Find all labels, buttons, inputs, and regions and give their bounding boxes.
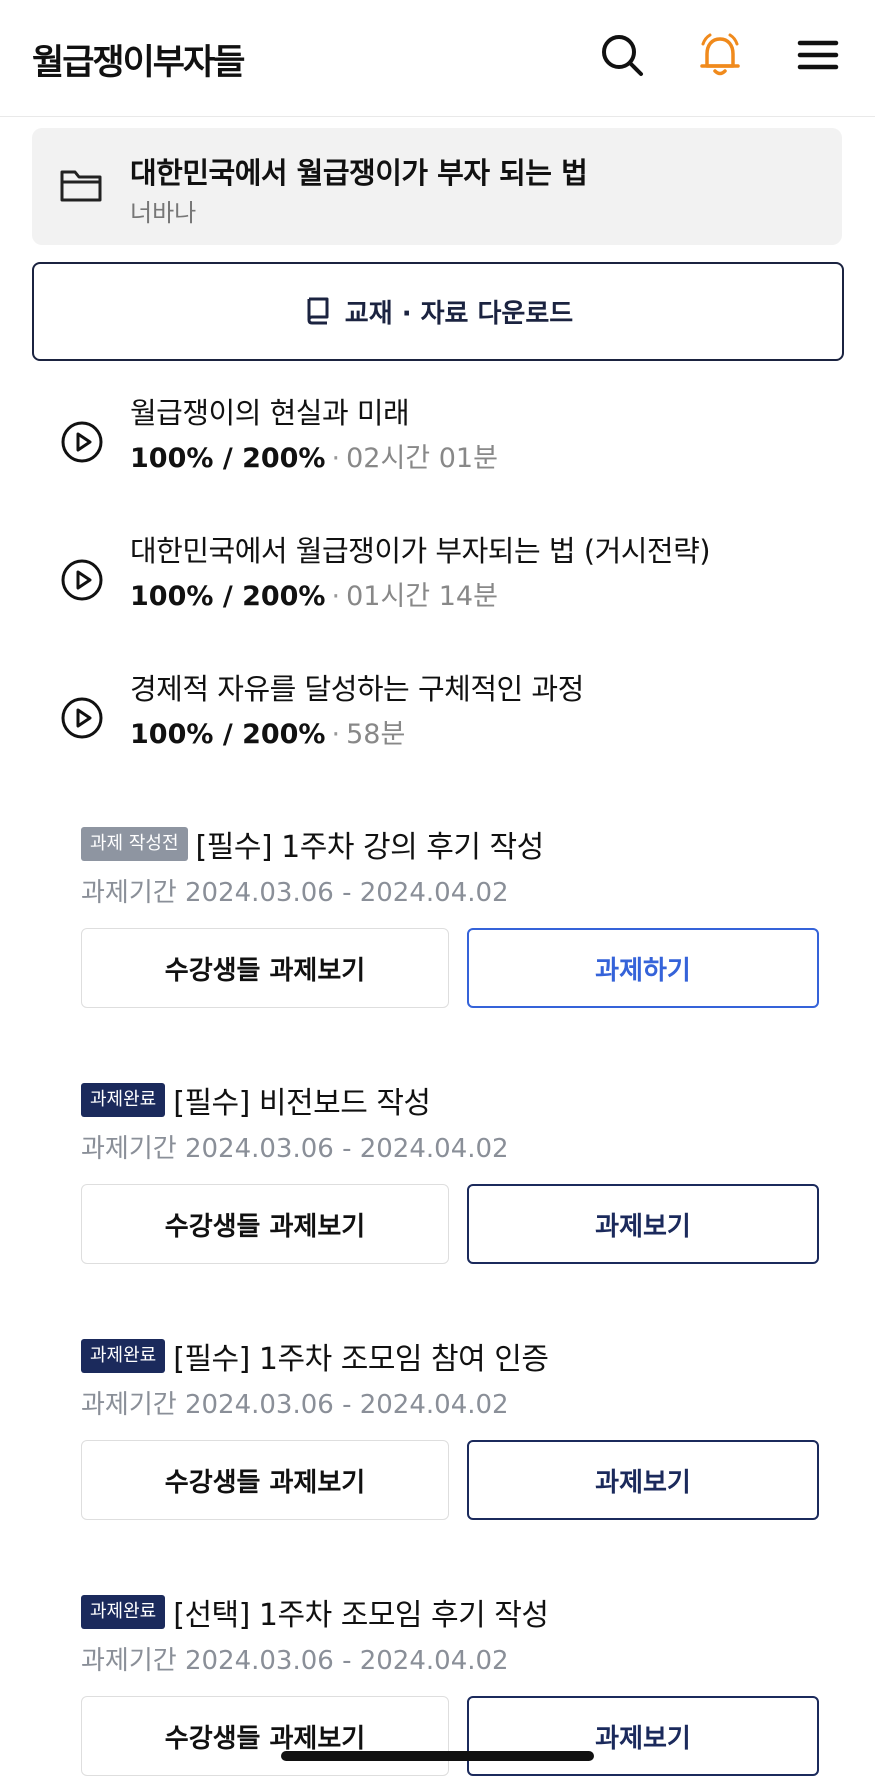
status-badge: 과제완료 xyxy=(81,1595,166,1629)
home-indicator[interactable] xyxy=(281,1751,594,1761)
lecture-duration: 58분 xyxy=(346,719,406,750)
brand-logo[interactable]: 월급쟁이부자들 xyxy=(32,34,245,85)
course-author: 너바나 xyxy=(130,199,197,227)
status-badge: 과제완료 xyxy=(81,1083,166,1117)
status-badge: 과제 작성전 xyxy=(81,827,188,861)
assignment-header: 과제 작성전 [필수] 1주차 강의 후기 작성 xyxy=(81,822,544,866)
assignment-title: [선택] 1주차 조모임 후기 작성 xyxy=(173,1598,549,1633)
assignment-header: 과제완료 [필수] 비전보드 작성 xyxy=(81,1078,431,1122)
lecture-title: 대한민국에서 월급쟁이가 부자되는 법 (거시전략) xyxy=(130,534,711,568)
assignment-header: 과제완료 [선택] 1주차 조모임 후기 작성 xyxy=(81,1590,549,1634)
folder-icon xyxy=(58,162,104,208)
course-info-card: 대한민국에서 월급쟁이가 부자 되는 법 너바나 xyxy=(32,128,842,245)
lecture-item[interactable]: 대한민국에서 월급쟁이가 부자되는 법 (거시전략) 100% / 200% · 0… xyxy=(32,528,842,638)
assignment-item: 과제완료 [필수] 1주차 조모임 참여 인증 과제기간 2024.03.06 … xyxy=(81,1334,821,1524)
assignment-title: [필수] 비전보드 작성 xyxy=(173,1086,431,1121)
course-title: 대한민국에서 월급쟁이가 부자 되는 법 xyxy=(130,156,588,190)
assignment-period: 과제기간 2024.03.06 - 2024.04.02 xyxy=(81,878,509,908)
search-icon[interactable] xyxy=(597,30,647,80)
assignment-period: 과제기간 2024.03.06 - 2024.04.02 xyxy=(81,1390,509,1420)
lecture-meta: 100% / 200% · 01시간 14분 xyxy=(130,574,498,613)
lecture-progress: 100% / 200% xyxy=(130,581,326,612)
lecture-title: 월급쟁이의 현실과 미래 xyxy=(130,396,410,430)
hamburger-menu-icon[interactable] xyxy=(793,30,843,80)
lecture-duration: 01시간 14분 xyxy=(346,581,498,612)
assignment-period: 과제기간 2024.03.06 - 2024.04.02 xyxy=(81,1134,509,1164)
assignment-header: 과제완료 [필수] 1주차 조모임 참여 인증 xyxy=(81,1334,549,1378)
lecture-item[interactable]: 월급쟁이의 현실과 미래 100% / 200% · 02시간 01분 xyxy=(32,390,842,500)
play-circle-icon[interactable] xyxy=(60,420,104,464)
assignment-item: 과제 작성전 [필수] 1주차 강의 후기 작성 과제기간 2024.03.06… xyxy=(81,822,821,1012)
meta-separator: · xyxy=(331,443,341,474)
assignment-title: [필수] 1주차 조모임 참여 인증 xyxy=(173,1342,549,1377)
lecture-meta: 100% / 200% · 58분 xyxy=(130,712,405,751)
lecture-meta: 100% / 200% · 02시간 01분 xyxy=(130,436,498,475)
materials-download-button[interactable]: 교재 · 자료 다운로드 xyxy=(32,262,844,361)
view-assignment-button[interactable]: 과제보기 xyxy=(467,1440,819,1520)
lecture-progress: 100% / 200% xyxy=(130,443,326,474)
lecture-item[interactable]: 경제적 자유를 달성하는 구체적인 과정 100% / 200% · 58분 xyxy=(32,666,842,776)
download-label: 교재 · 자료 다운로드 xyxy=(344,299,574,329)
status-badge: 과제완료 xyxy=(81,1339,166,1373)
view-peer-assignments-button[interactable]: 수강생들 과제보기 xyxy=(81,1184,449,1264)
meta-separator: · xyxy=(331,719,341,750)
lecture-title: 경제적 자유를 달성하는 구체적인 과정 xyxy=(130,672,584,706)
view-assignment-button[interactable]: 과제보기 xyxy=(467,1184,819,1264)
view-assignment-button[interactable]: 과제보기 xyxy=(467,1696,819,1776)
view-peer-assignments-button[interactable]: 수강생들 과제보기 xyxy=(81,1440,449,1520)
lecture-progress: 100% / 200% xyxy=(130,719,326,750)
do-assignment-button[interactable]: 과제하기 xyxy=(467,928,819,1008)
bell-icon[interactable] xyxy=(695,30,745,80)
meta-separator: · xyxy=(331,581,341,612)
assignment-title: [필수] 1주차 강의 후기 작성 xyxy=(195,830,545,865)
assignment-period: 과제기간 2024.03.06 - 2024.04.02 xyxy=(81,1646,509,1676)
lecture-duration: 02시간 01분 xyxy=(346,443,498,474)
assignment-item: 과제완료 [필수] 비전보드 작성 과제기간 2024.03.06 - 2024… xyxy=(81,1078,821,1268)
play-circle-icon[interactable] xyxy=(60,696,104,740)
app-header: 월급쟁이부자들 xyxy=(0,0,875,117)
view-peer-assignments-button[interactable]: 수강생들 과제보기 xyxy=(81,928,449,1008)
view-peer-assignments-button[interactable]: 수강생들 과제보기 xyxy=(81,1696,449,1776)
play-circle-icon[interactable] xyxy=(60,558,104,602)
book-icon xyxy=(303,295,333,329)
